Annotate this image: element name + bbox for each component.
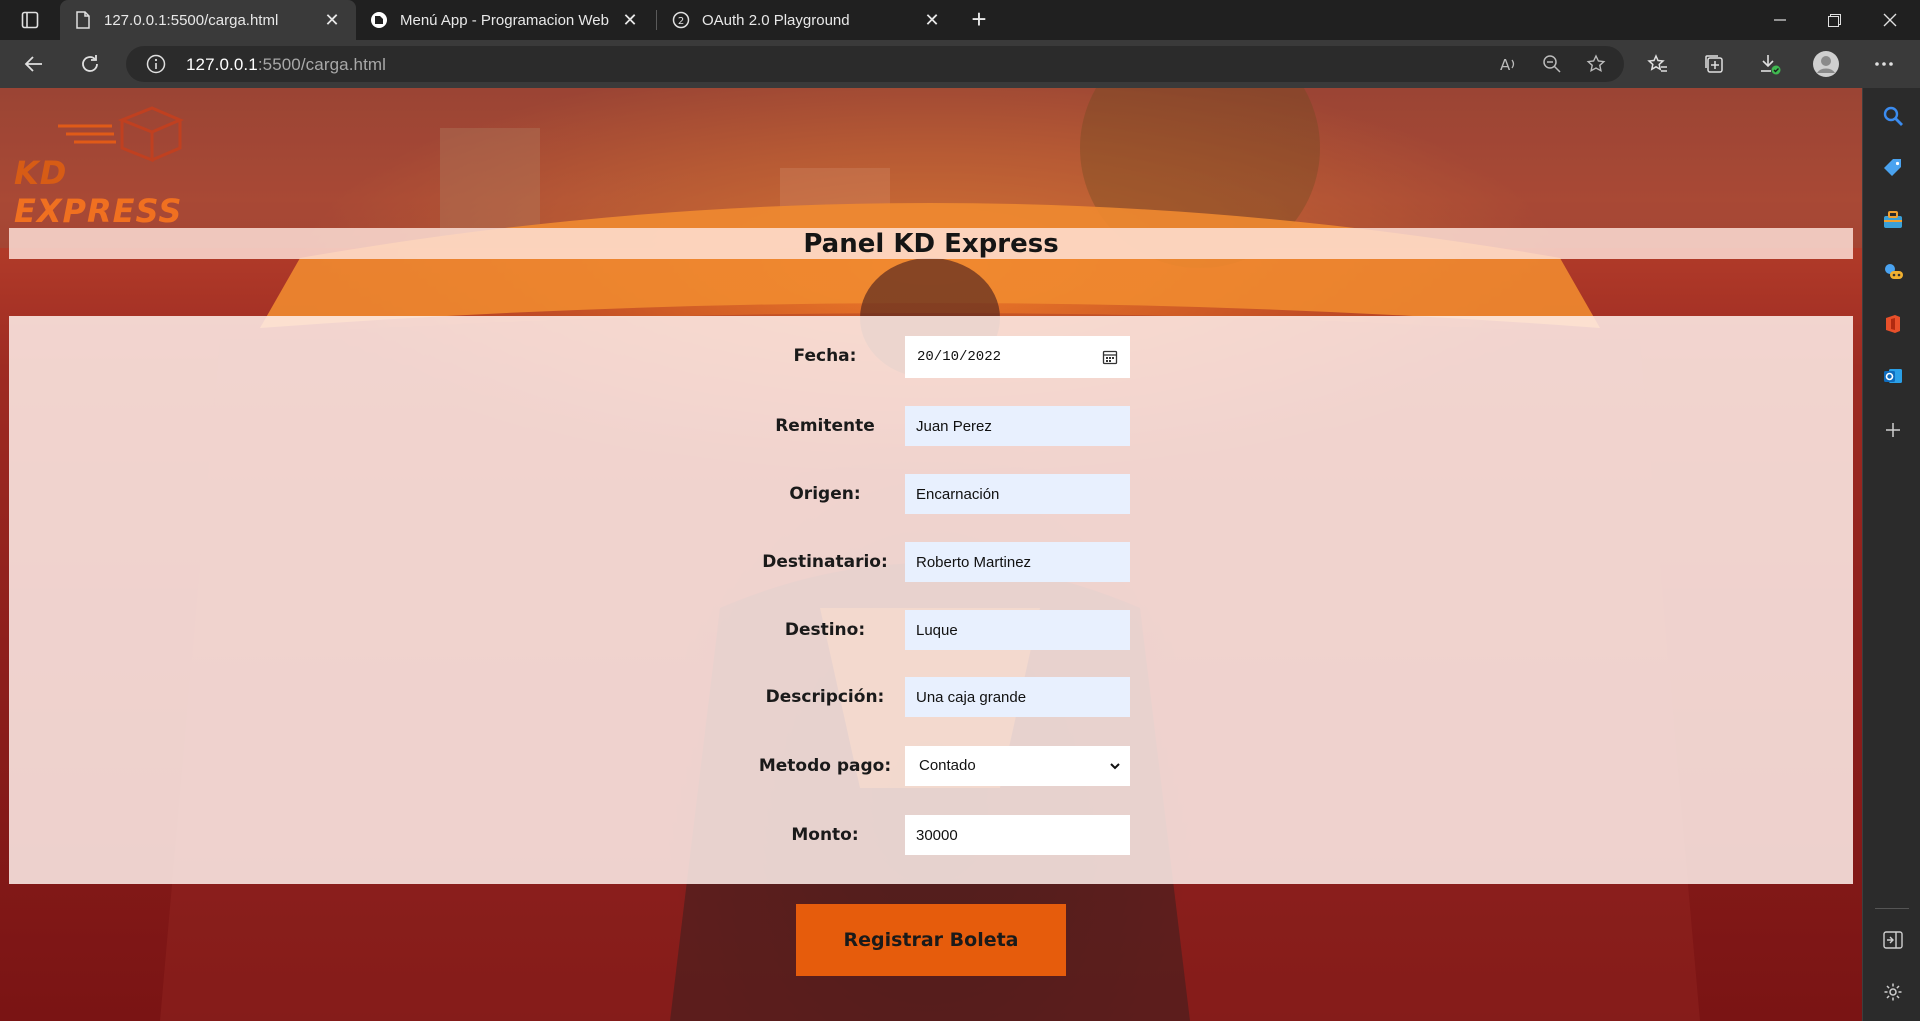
svg-text:2: 2 bbox=[678, 16, 684, 27]
downloads-icon[interactable] bbox=[1754, 48, 1786, 80]
tab-title: OAuth 2.0 Playground bbox=[702, 11, 850, 29]
monto-label: Monto: bbox=[791, 825, 859, 845]
add-sidebar-app-icon[interactable] bbox=[1881, 418, 1905, 442]
row-descripcion: Descripción: bbox=[9, 677, 1853, 717]
row-fecha: Fecha: 20/10/2022 bbox=[9, 336, 1853, 378]
tab-separator bbox=[656, 10, 657, 30]
fecha-date-input[interactable]: 20/10/2022 bbox=[905, 336, 1130, 378]
edge-sidebar bbox=[1862, 88, 1920, 1021]
row-metodo-pago: Metodo pago: Contado bbox=[9, 746, 1853, 786]
tab-menu-app[interactable]: Menú App - Programacion Web ✕ bbox=[356, 0, 654, 40]
origen-label: Origen: bbox=[789, 484, 861, 504]
row-destino: Destino: bbox=[9, 610, 1853, 650]
remitente-label: Remitente bbox=[775, 416, 875, 436]
descripcion-input[interactable] bbox=[905, 677, 1130, 717]
new-tab-icon[interactable]: + bbox=[966, 6, 992, 33]
add-favorite-icon[interactable] bbox=[1586, 54, 1606, 74]
tools-briefcase-icon[interactable] bbox=[1881, 208, 1905, 232]
tab-strip: 127.0.0.1:5500/carga.html ✕ Menú App - P… bbox=[0, 0, 1920, 40]
close-tab-icon[interactable]: ✕ bbox=[920, 8, 944, 32]
outlook-icon[interactable] bbox=[1881, 364, 1905, 388]
monto-input[interactable] bbox=[905, 815, 1130, 855]
fecha-value: 20/10/2022 bbox=[917, 349, 1002, 365]
minimize-icon[interactable] bbox=[1752, 0, 1808, 40]
zoom-out-icon[interactable] bbox=[1542, 54, 1562, 74]
site-info-icon[interactable] bbox=[146, 54, 166, 74]
destinatario-label: Destinatario: bbox=[762, 552, 888, 572]
restore-icon[interactable] bbox=[1806, 0, 1862, 40]
metodo-pago-value: Contado bbox=[919, 757, 976, 774]
oauth-playground-icon: 2 bbox=[672, 11, 690, 29]
office-icon[interactable] bbox=[1881, 312, 1905, 336]
tab-actions-icon[interactable] bbox=[12, 8, 48, 32]
refresh-icon[interactable] bbox=[74, 48, 106, 80]
tab-title: Menú App - Programacion Web bbox=[400, 11, 609, 29]
close-tab-icon[interactable]: ✕ bbox=[320, 8, 344, 32]
box-logo-icon bbox=[58, 106, 184, 162]
boleta-form: Fecha: 20/10/2022 Remitente Origen: Dest… bbox=[9, 316, 1853, 884]
shopping-tag-icon[interactable] bbox=[1881, 156, 1905, 180]
hide-sidebar-icon[interactable] bbox=[1881, 928, 1905, 952]
calendar-icon[interactable] bbox=[1102, 349, 1118, 365]
sidebar-divider bbox=[1875, 908, 1909, 909]
remitente-input[interactable] bbox=[905, 406, 1130, 446]
chevron-down-icon bbox=[1110, 763, 1120, 770]
notion-icon bbox=[370, 11, 388, 29]
games-icon[interactable] bbox=[1881, 260, 1905, 284]
metodo-pago-select[interactable]: Contado bbox=[905, 746, 1130, 786]
page-title: Panel KD Express bbox=[803, 228, 1059, 259]
search-icon[interactable] bbox=[1881, 104, 1905, 128]
tab-title: 127.0.0.1:5500/carga.html bbox=[104, 11, 279, 29]
page-viewport: KD EXPRESS Panel KD Express Fecha: 20/10… bbox=[0, 88, 1862, 1021]
favorites-icon[interactable] bbox=[1642, 48, 1674, 80]
more-options-icon[interactable] bbox=[1868, 48, 1900, 80]
browser-toolbar: 127.0.0.1:5500/carga.html A bbox=[0, 40, 1920, 88]
registrar-boleta-button[interactable]: Registrar Boleta bbox=[796, 904, 1066, 976]
close-tab-icon[interactable]: ✕ bbox=[618, 8, 642, 32]
row-remitente: Remitente bbox=[9, 406, 1853, 446]
destinatario-input[interactable] bbox=[905, 542, 1130, 582]
destino-label: Destino: bbox=[784, 620, 866, 640]
row-monto: Monto: bbox=[9, 815, 1853, 855]
read-aloud-icon[interactable]: A bbox=[1498, 54, 1518, 74]
tab-oauth[interactable]: 2 OAuth 2.0 Playground ✕ bbox=[658, 0, 956, 40]
svg-text:A: A bbox=[1500, 56, 1511, 74]
back-icon[interactable] bbox=[18, 48, 50, 80]
page-icon bbox=[74, 11, 92, 29]
close-window-icon[interactable] bbox=[1862, 0, 1918, 40]
title-banner: Panel KD Express bbox=[9, 228, 1853, 259]
origen-input[interactable] bbox=[905, 474, 1130, 514]
logo-text: KD EXPRESS bbox=[14, 154, 183, 230]
url-text: 127.0.0.1:5500/carga.html bbox=[186, 55, 387, 74]
settings-gear-icon[interactable] bbox=[1881, 980, 1905, 1004]
profile-avatar-icon[interactable] bbox=[1810, 48, 1842, 80]
collections-icon[interactable] bbox=[1698, 48, 1730, 80]
row-origen: Origen: bbox=[9, 474, 1853, 514]
address-bar[interactable]: 127.0.0.1:5500/carga.html A bbox=[126, 46, 1624, 82]
metodo-pago-label: Metodo pago: bbox=[758, 756, 892, 776]
destino-input[interactable] bbox=[905, 610, 1130, 650]
row-destinatario: Destinatario: bbox=[9, 542, 1853, 582]
tab-carga[interactable]: 127.0.0.1:5500/carga.html ✕ bbox=[60, 0, 356, 40]
kd-express-logo: KD EXPRESS bbox=[12, 102, 242, 230]
fecha-label: Fecha: bbox=[793, 346, 857, 366]
descripcion-label: Descripción: bbox=[765, 687, 885, 707]
